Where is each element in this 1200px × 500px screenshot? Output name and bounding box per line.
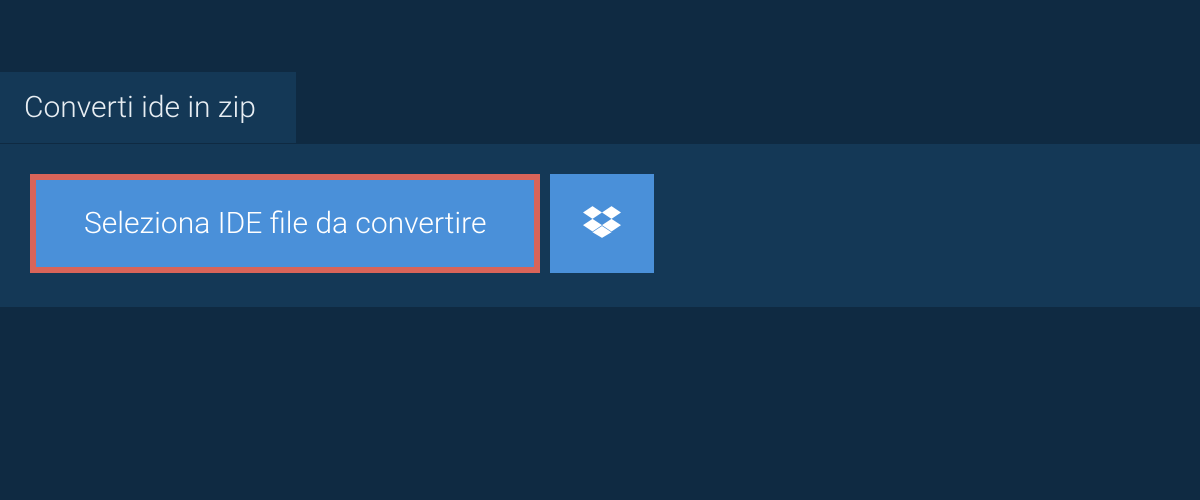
select-file-label: Seleziona IDE file da convertire — [84, 206, 486, 241]
select-file-button[interactable]: Seleziona IDE file da convertire — [30, 174, 540, 273]
tab-convert[interactable]: Converti ide in zip — [0, 72, 296, 143]
dropbox-button[interactable] — [550, 174, 654, 273]
dropbox-icon — [583, 203, 621, 245]
button-row: Seleziona IDE file da convertire — [30, 174, 1170, 273]
tab-bar: Converti ide in zip — [0, 72, 296, 143]
tab-label: Converti ide in zip — [24, 90, 256, 125]
convert-panel: Seleziona IDE file da convertire — [0, 144, 1200, 307]
